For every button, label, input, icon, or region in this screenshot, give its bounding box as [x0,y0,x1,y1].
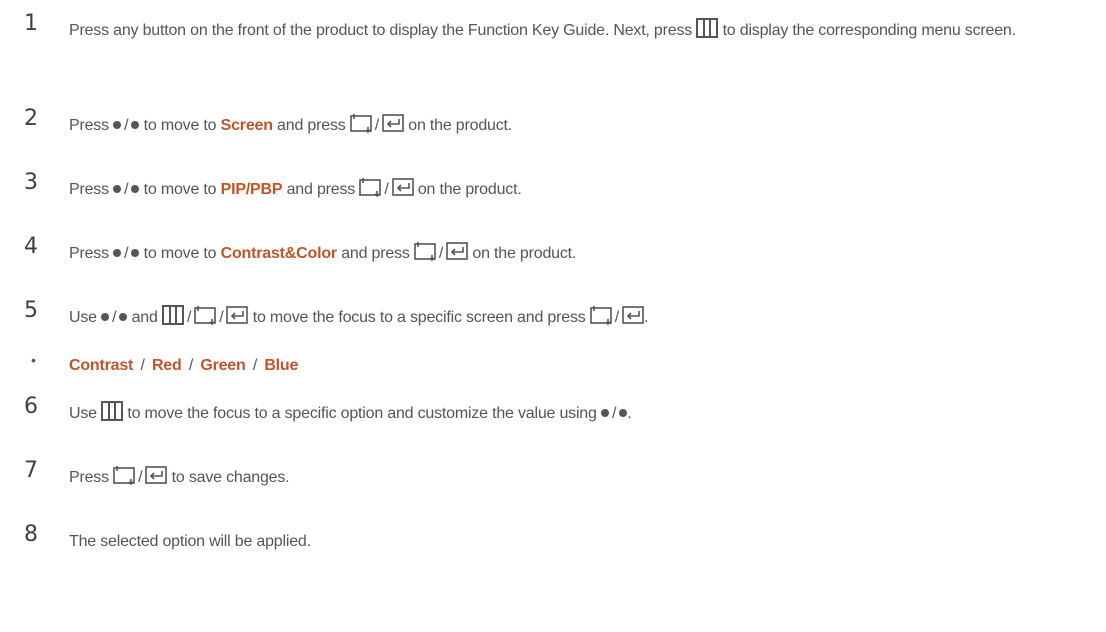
step-number: 6 [24,394,38,419]
enter-icon [226,305,248,325]
step-text: Press / to save changes. [69,462,1092,494]
return-icon [590,305,612,325]
option-items: Contrast / Red / Green / Blue [69,357,299,374]
menu-grid-icon [162,305,184,325]
step-text: Use to move the focus to a specific opti… [69,398,1092,430]
option-red: Red [151,357,182,374]
step-number: 3 [24,170,38,195]
menu-target: PIP/PBP [220,181,283,198]
return-icon [414,241,436,261]
step-number: 8 [24,522,38,547]
menu-target: Contrast&Color [220,245,338,262]
enter-icon [382,113,404,133]
menu-grid-icon [101,401,123,421]
down-dot-icon [131,249,140,257]
instruction-page: 1 Press any button on the front of the p… [0,0,1106,632]
step-text: The selected option will be applied. [69,533,311,550]
up-dot-icon [113,185,122,193]
up-dot-icon [600,409,609,417]
return-icon [194,305,216,325]
up-dot-icon [101,313,110,321]
option-blue: Blue [264,357,299,374]
down-dot-icon [119,313,128,321]
menu-target: Screen [220,117,273,134]
step-text: Press / to move to PIP/PBP and press / o… [69,174,1092,206]
step-text: Press / to move to Contrast&Color and pr… [69,238,1092,270]
step-text: Use / and / / to move the focus to a spec… [69,302,1092,334]
enter-icon [145,465,167,485]
step-text: Press any button on the front of the pro… [69,15,1092,47]
step-number: 2 [24,106,38,131]
step-number: 1 [24,11,38,36]
menu-grid-icon [696,18,718,38]
enter-icon [622,305,644,325]
option-contrast: Contrast [69,357,134,374]
enter-icon [392,177,414,197]
enter-icon [446,241,468,261]
step-number: 4 [24,234,38,259]
step-number: 5 [24,298,38,323]
return-icon [113,465,135,485]
down-dot-icon [131,185,140,193]
up-dot-icon [113,249,122,257]
return-icon [350,113,372,133]
bullet: • [31,352,36,368]
return-icon [359,177,381,197]
step-text: Press / to move to Screen and press / on… [69,110,1092,142]
up-dot-icon [113,121,122,129]
option-green: Green [200,357,246,374]
step-number: 7 [24,458,38,483]
down-dot-icon [131,121,140,129]
